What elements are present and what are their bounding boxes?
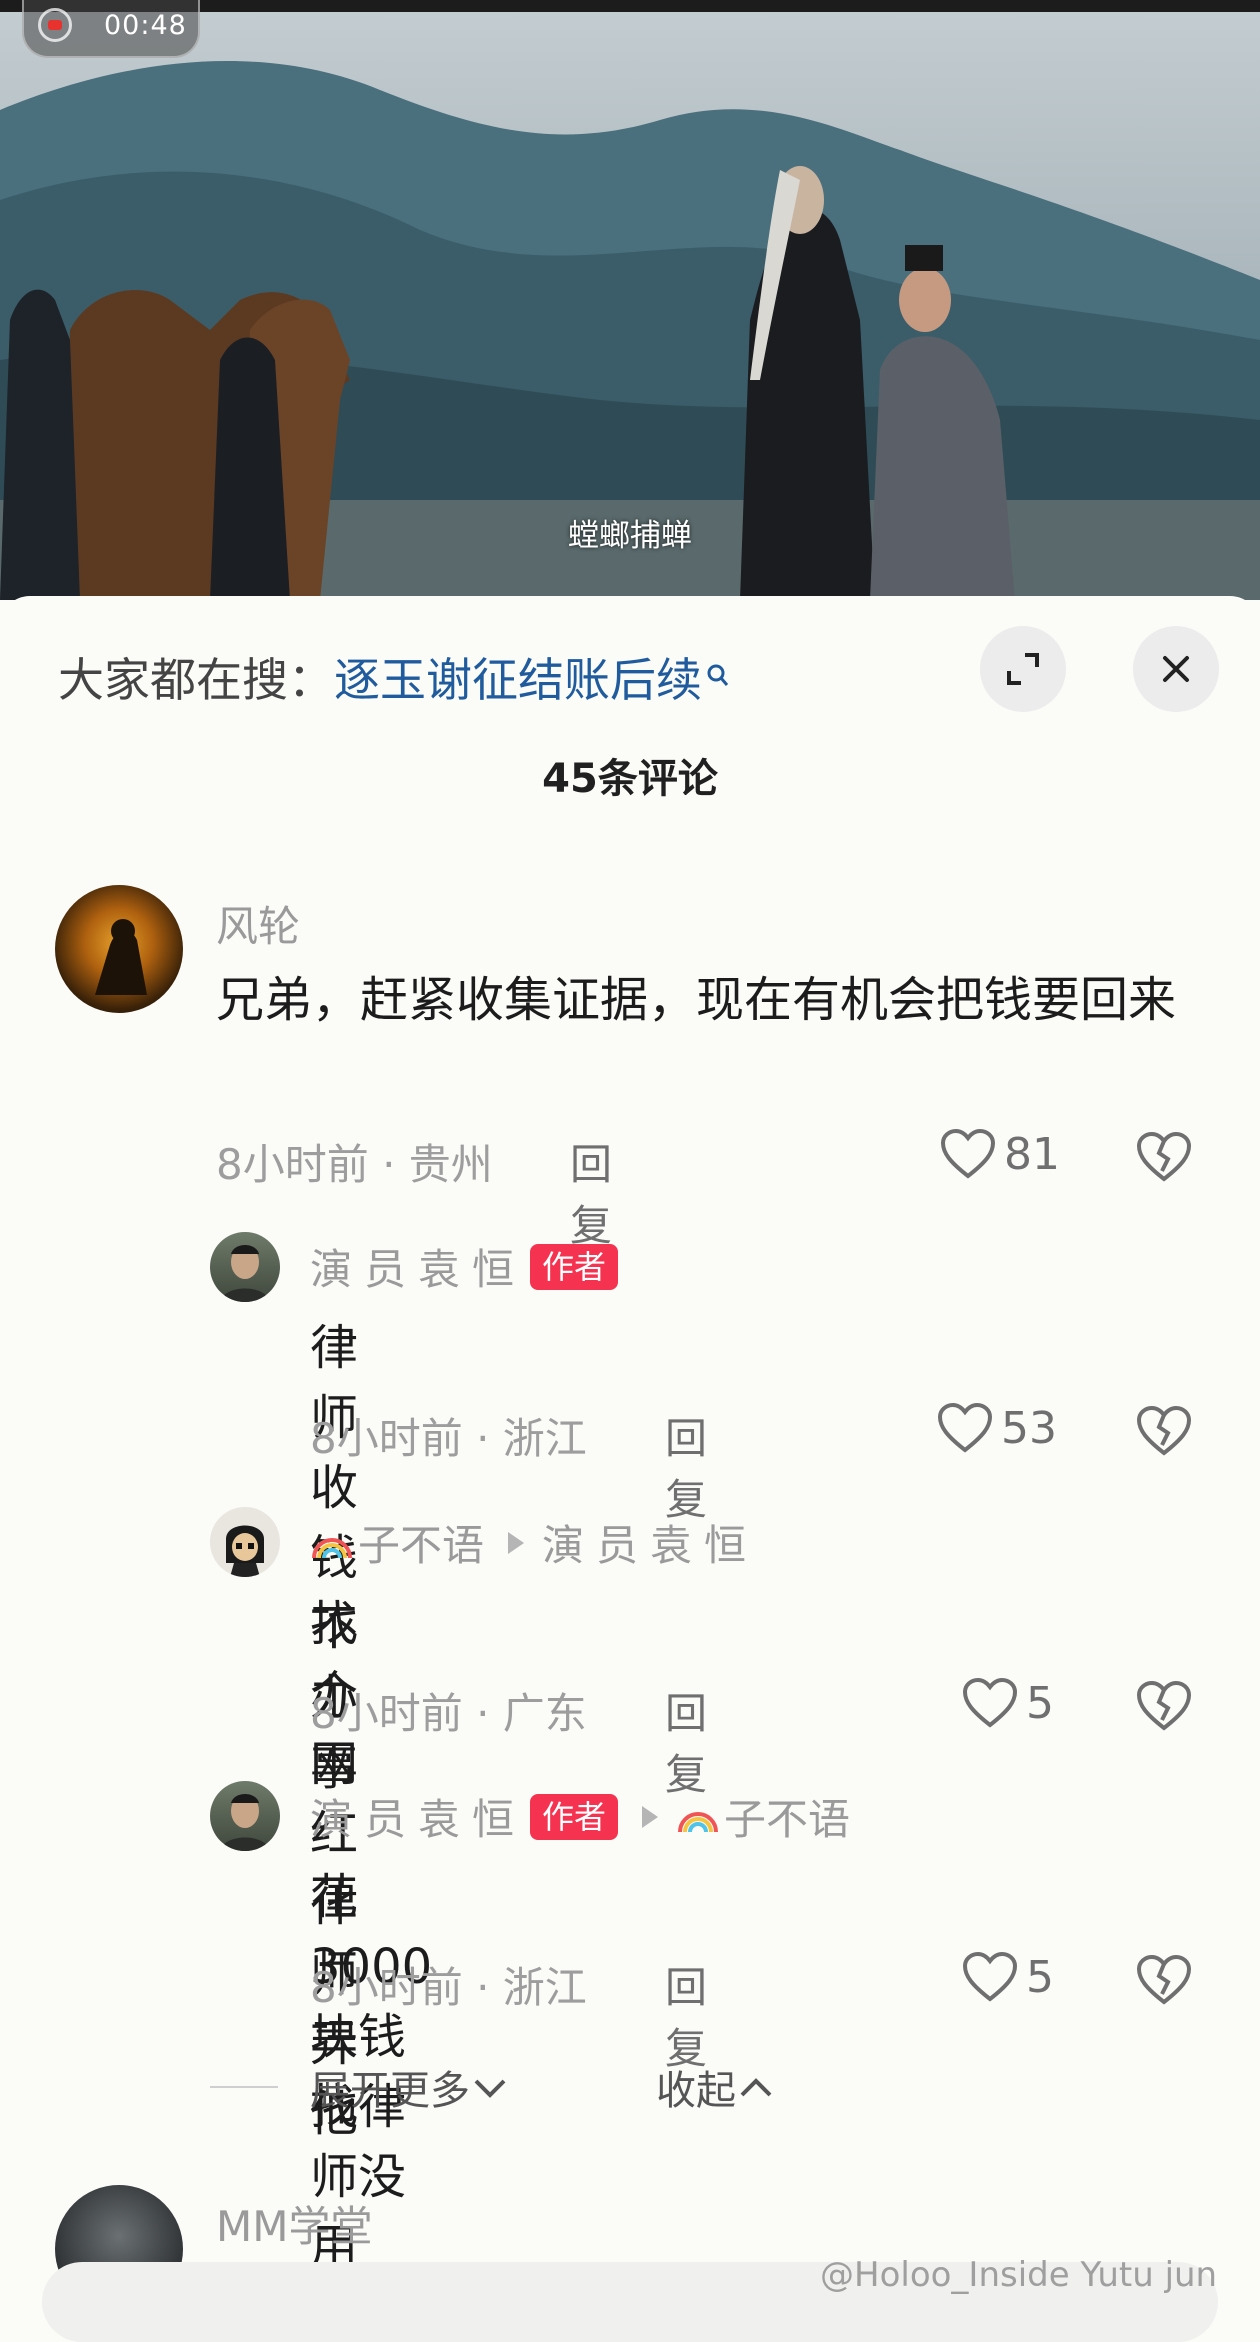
reply-meta: 8小时前 · 浙江 <box>310 1963 587 2012</box>
chevron-down-icon <box>474 2079 506 2098</box>
heart-icon <box>940 1128 996 1179</box>
comment-meta: 8小时前 · 贵州 <box>216 1140 493 1189</box>
avatar[interactable] <box>210 1232 280 1302</box>
like-button[interactable]: 81 <box>940 1128 1060 1180</box>
broken-heart-icon <box>1136 1680 1192 1731</box>
search-icon <box>706 646 730 700</box>
reply-location: 浙江 <box>502 1963 587 2012</box>
reply-meta: 8小时前 · 广东 <box>310 1689 587 1738</box>
reply-username-text: 演员袁恒 <box>310 1245 527 1294</box>
chevron-up-icon <box>740 2078 772 2097</box>
dislike-button[interactable] <box>1136 1131 1192 1187</box>
collapse-label: 收起 <box>656 2068 736 2114</box>
reply-username[interactable]: 子不语 演员袁恒 <box>310 1512 758 1573</box>
like-count: 81 <box>1004 1128 1060 1180</box>
reply-username[interactable]: 演员袁恒 作者 <box>310 1236 619 1297</box>
avatar[interactable] <box>210 1781 280 1851</box>
thread-controls: 展开更多 收起 <box>210 2058 810 2118</box>
broken-heart-icon <box>1136 1954 1192 2005</box>
expand-more-button[interactable]: 展开更多 <box>310 2058 510 2116</box>
comment-username[interactable]: MM学堂 <box>216 2193 372 2254</box>
reply-time: 8小时前 <box>310 1963 463 2012</box>
comment-sheet: 大家都在搜：逐玉谢征结账后续 45条评论 <box>0 596 1260 2311</box>
record-icon <box>38 8 72 42</box>
rainbow-icon <box>312 1537 352 1558</box>
reply-button[interactable]: 回复 <box>665 1680 707 1802</box>
recording-time: 00:48 <box>104 10 187 41</box>
dislike-button[interactable] <box>1136 1680 1192 1736</box>
like-count: 5 <box>1026 1677 1054 1729</box>
avatar[interactable] <box>210 1507 280 1577</box>
close-button[interactable] <box>1133 626 1219 712</box>
watermark: @Holoo_Inside Yutu jun <box>820 2255 1218 2295</box>
reply-username-text: 子不语 <box>358 1521 485 1570</box>
reply-location: 浙江 <box>502 1414 587 1463</box>
recording-indicator[interactable]: 00:48 <box>22 0 200 58</box>
trending-search-term[interactable]: 逐玉谢征结账后续 <box>334 653 702 707</box>
reply-location: 广东 <box>502 1689 587 1738</box>
reply-to-username[interactable]: 子不语 <box>724 1786 850 1847</box>
heart-icon <box>937 1402 993 1453</box>
collapse-button[interactable]: 收起 <box>656 2058 776 2116</box>
reply-username-text: 演员袁恒 <box>310 1795 527 1844</box>
reply-arrow-icon <box>642 1805 659 1828</box>
expand-more-label: 展开更多 <box>310 2068 470 2114</box>
author-tag: 作者 <box>530 1243 619 1290</box>
reply-to-username[interactable]: 演员袁恒 <box>542 1512 758 1573</box>
close-icon <box>1163 656 1189 682</box>
reply-username[interactable]: 演员袁恒 作者 子不语 <box>310 1786 850 1847</box>
comment-text: 兄弟，赶紧收集证据，现在有机会把钱要回来 <box>216 972 1177 1028</box>
comment-count: 45条评论 <box>542 756 718 802</box>
reply-time: 8小时前 <box>310 1414 463 1463</box>
avatar[interactable] <box>55 885 183 1013</box>
divider <box>210 2086 278 2088</box>
heart-icon <box>962 1677 1018 1728</box>
like-count: 5 <box>1026 1951 1054 2003</box>
video-subtitle: 螳螂捕蝉 <box>568 518 692 554</box>
like-button[interactable]: 53 <box>937 1402 1057 1454</box>
reply-meta: 8小时前 · 浙江 <box>310 1414 587 1463</box>
video-player[interactable]: 00:48 螳螂捕蝉 <box>0 0 1260 600</box>
reply-button[interactable]: 回复 <box>665 1405 707 1527</box>
broken-heart-icon <box>1136 1405 1192 1456</box>
author-tag: 作者 <box>530 1793 619 1840</box>
broken-heart-icon <box>1136 1131 1192 1182</box>
comment-location: 贵州 <box>408 1140 493 1189</box>
comment-time: 8小时前 <box>216 1140 369 1189</box>
expand-button[interactable] <box>980 626 1066 712</box>
like-count: 53 <box>1001 1402 1057 1454</box>
trending-search-prefix: 大家都在搜： <box>58 653 334 707</box>
reply-button[interactable]: 回复 <box>570 1131 612 1253</box>
expand-icon <box>1007 653 1039 685</box>
like-button[interactable]: 5 <box>962 1677 1054 1729</box>
dislike-button[interactable] <box>1136 1405 1192 1461</box>
heart-icon <box>962 1951 1018 2002</box>
dislike-button[interactable] <box>1136 1954 1192 2010</box>
trending-search[interactable]: 大家都在搜：逐玉谢征结账后续 <box>58 644 730 710</box>
comment-username[interactable]: 风轮 <box>216 893 300 954</box>
reply-time: 8小时前 <box>310 1689 463 1738</box>
rainbow-icon <box>678 1811 719 1832</box>
like-button[interactable]: 5 <box>962 1951 1054 2003</box>
reply-arrow-icon <box>508 1531 525 1554</box>
